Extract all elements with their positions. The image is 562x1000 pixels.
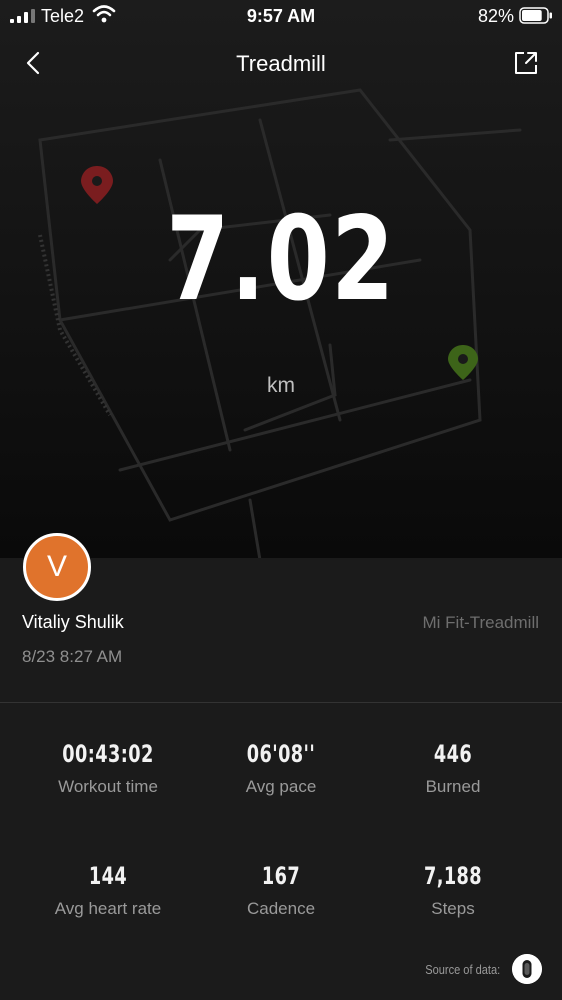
map-hero: Tele2 9:57 AM 82% Treadmill 7.02 km [0, 0, 562, 558]
stat-value: 446 [433, 740, 473, 768]
stat-value: 06'08'' [246, 740, 316, 768]
workout-date: 8/23 8:27 AM [22, 647, 123, 666]
nav-bar: Treadmill [0, 40, 562, 88]
battery-percent: 82% [477, 6, 514, 26]
stat-value: 144 [88, 862, 128, 890]
data-source-label: Source of data: [425, 962, 500, 977]
avatar[interactable]: V [23, 533, 91, 601]
stat-workout-time: 00:43:02 Workout time [18, 740, 198, 797]
stat-value: 00:43:02 [62, 740, 154, 768]
battery-icon [519, 7, 552, 24]
stat-steps: 7,188 Steps [363, 862, 543, 919]
stat-label: Avg heart rate [54, 899, 162, 918]
stat-value: 167 [261, 862, 301, 890]
mi-band-icon[interactable] [512, 954, 542, 984]
source-app-label: Mi Fit-Treadmill [422, 613, 539, 632]
divider [0, 702, 562, 703]
stat-label: Steps [431, 899, 475, 918]
stat-label: Avg pace [245, 777, 317, 796]
user-name: Vitaliy Shulik [22, 612, 124, 632]
share-external-icon[interactable] [512, 49, 540, 77]
stat-cadence: 167 Cadence [191, 862, 371, 919]
stat-burned: 446 Burned [363, 740, 543, 797]
stat-label: Burned [425, 777, 481, 796]
stat-label: Cadence [246, 899, 316, 918]
stat-avg-pace: 06'08'' Avg pace [191, 740, 371, 797]
distance-value: 7.02 [166, 192, 396, 327]
stat-label: Workout time [58, 777, 158, 796]
stat-value: 7,188 [423, 862, 483, 890]
page-title: Treadmill [236, 51, 326, 76]
status-bar: Tele2 9:57 AM 82% [0, 0, 562, 34]
stat-avg-heart-rate: 144 Avg heart rate [18, 862, 198, 919]
distance-unit: km [267, 374, 295, 397]
